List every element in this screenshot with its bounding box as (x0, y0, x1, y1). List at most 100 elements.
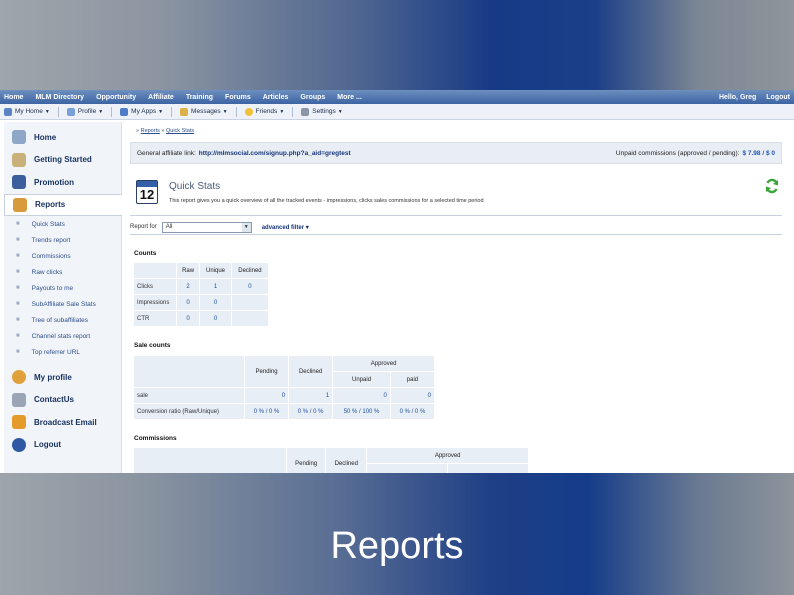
sidebar-item-broadcast-email[interactable]: Broadcast Email (4, 411, 121, 434)
table-cell[interactable]: 1 (289, 388, 333, 403)
toolbar-friends[interactable]: Friends ▼ (244, 107, 285, 116)
sidebar-subitem-label: Raw clicks (31, 268, 63, 276)
toolbar-settings[interactable]: Settings ▼ (301, 107, 343, 116)
column-header: Unique (200, 263, 231, 278)
chevron-down-icon: ▼ (44, 108, 50, 115)
nav-articles[interactable]: Articles (263, 94, 289, 101)
profile-icon (66, 107, 75, 116)
chevron-down-icon: ▼ (241, 222, 251, 232)
affiliate-link[interactable]: http://mlmsocial.com/signup.php?a_aid=gr… (199, 150, 351, 157)
chevron-down-icon: ▼ (337, 108, 343, 115)
column-header: Declined (326, 448, 367, 473)
sidebar-item-home[interactable]: Home (4, 126, 121, 149)
sidebar-subitem-commissions[interactable]: ■ Commissions (4, 248, 121, 264)
refresh-icon[interactable] (764, 178, 780, 194)
bullet-icon: ■ (16, 317, 20, 323)
sidebar-item-contact-us[interactable]: ContactUs (4, 389, 121, 412)
toolbar: My Home ▼ Profile ▼ My Apps ▼ Messages ▼ Fri… (0, 104, 794, 120)
toolbar-messages-label: Messages (191, 108, 221, 115)
slide-caption: Reports (330, 525, 464, 567)
table-cell: 0 (200, 295, 231, 310)
row-label: CTR (134, 311, 176, 326)
sidebar-subitem-subaffiliate-sale-stats[interactable]: ■ SubAffiliate Sale Stats (4, 296, 121, 312)
report-filter: Report for All ▼ advanced filter ▾ (130, 220, 309, 234)
sidebar-item-label: Reports (35, 200, 66, 210)
toolbar-my-apps[interactable]: My Apps ▼ (120, 107, 163, 116)
column-header-placeholder (448, 464, 528, 473)
logout-link[interactable]: Logout (766, 94, 790, 101)
counts-title: Counts (134, 250, 157, 257)
row-label: Conversion ratio (Raw/Unique) (134, 404, 244, 419)
nav-more[interactable]: More ... (337, 94, 362, 101)
sidebar-subitem-payouts[interactable]: ■ Payouts to me (4, 280, 121, 296)
table-row: Conversion ratio (Raw/Unique) 0 % / 0 % … (134, 404, 434, 419)
sidebar-item-getting-started[interactable]: Getting Started (4, 149, 121, 172)
home-icon (4, 107, 12, 116)
nav-affiliate[interactable]: Affiliate (148, 94, 174, 101)
toolbar-settings-label: Settings (312, 108, 336, 115)
toolbar-divider (292, 106, 294, 117)
sidebar-item-label: Broadcast Email (34, 417, 97, 427)
table-row: Impressions 0 0 (134, 295, 268, 310)
column-header: Approved (367, 448, 528, 463)
report-for-value: All (165, 223, 173, 230)
sidebar-item-promotion[interactable]: Promotion (4, 171, 121, 194)
toolbar-messages[interactable]: Messages ▼ (180, 107, 228, 116)
nav-training[interactable]: Training (186, 94, 213, 101)
sidebar-item-my-profile[interactable]: My profile (4, 366, 121, 389)
sidebar-subitem-label: Top referrer URL (31, 348, 81, 356)
sidebar-subitem-channel-stats[interactable]: ■ Channel stats report (4, 328, 121, 344)
sidebar-item-logout[interactable]: Logout (4, 434, 121, 457)
sidebar-subitem-raw-clicks[interactable]: ■ Raw clicks (4, 264, 121, 280)
divider (130, 234, 782, 235)
report-for-select[interactable]: All ▼ (161, 221, 252, 233)
column-header: Pending (245, 356, 289, 387)
main-content: » Reports » Quick Stats General affiliat… (130, 122, 794, 473)
column-header: Declined (289, 356, 333, 387)
nav-home[interactable]: Home (4, 94, 23, 101)
lightbulb-icon (12, 152, 26, 167)
column-header: Approved (333, 356, 434, 371)
toolbar-my-home[interactable]: My Home ▼ (4, 107, 50, 116)
toolbar-divider (171, 106, 173, 117)
calendar-day: 12 (139, 187, 155, 202)
page-description: This report gives you a quick overview o… (169, 198, 484, 204)
sidebar-subitem-tree-of-subaffiliates[interactable]: ■ Tree of subaffiliates (4, 312, 121, 328)
toolbar-profile[interactable]: Profile ▼ (66, 107, 103, 116)
sidebar-subitem-trends-report[interactable]: ■ Trends report (4, 232, 121, 248)
bullet-icon: ■ (16, 253, 20, 259)
table-header-row: Pending Declined Approved (134, 356, 434, 387)
table-cell[interactable]: 1 (200, 279, 231, 294)
table-cell: 0 (200, 311, 231, 326)
breadcrumb-quick-stats[interactable]: Quick Stats (166, 128, 194, 134)
chevron-down-icon: ▼ (279, 108, 285, 115)
table-cell: 0 (390, 388, 434, 403)
sidebar-item-label: Promotion (34, 177, 74, 187)
bullet-icon: ■ (16, 237, 20, 243)
nav-forums[interactable]: Forums (225, 94, 251, 101)
toolbar-profile-label: Profile (77, 108, 97, 115)
table-cell: 0 (177, 311, 200, 326)
advanced-filter-link[interactable]: advanced filter ▾ (262, 224, 309, 231)
sidebar-subitem-label: Channel stats report (31, 332, 91, 340)
sidebar-subitem-quick-stats[interactable]: ■ Quick Stats (4, 216, 121, 232)
sidebar-item-label: Logout (34, 440, 62, 450)
nav-mlm-directory[interactable]: MLM Directory (35, 94, 84, 101)
toolbar-friends-label: Friends (255, 108, 278, 115)
page-title: Quick Stats (169, 181, 221, 192)
table-cell: 0 % / 0 % (289, 404, 333, 419)
nav-groups[interactable]: Groups (300, 94, 325, 101)
gear-icon (301, 107, 310, 116)
affiliate-info-bar: General affiliate link: http://mlmsocial… (130, 142, 782, 164)
user-greeting[interactable]: Hello, Greg (719, 94, 756, 101)
sidebar-subitem-top-referrer[interactable]: ■ Top referrer URL (4, 344, 121, 360)
table-cell: 0 (333, 388, 390, 403)
nav-opportunity[interactable]: Opportunity (96, 94, 136, 101)
sidebar-item-label: Getting Started (34, 155, 92, 165)
reports-icon (13, 197, 27, 212)
table-cell[interactable]: 2 (177, 279, 200, 294)
breadcrumb-reports[interactable]: Reports (141, 128, 160, 134)
sidebar: Home Getting Started Promotion Reports ■… (4, 122, 122, 473)
toolbar-divider (235, 106, 237, 117)
sidebar-item-reports[interactable]: Reports (4, 193, 122, 216)
